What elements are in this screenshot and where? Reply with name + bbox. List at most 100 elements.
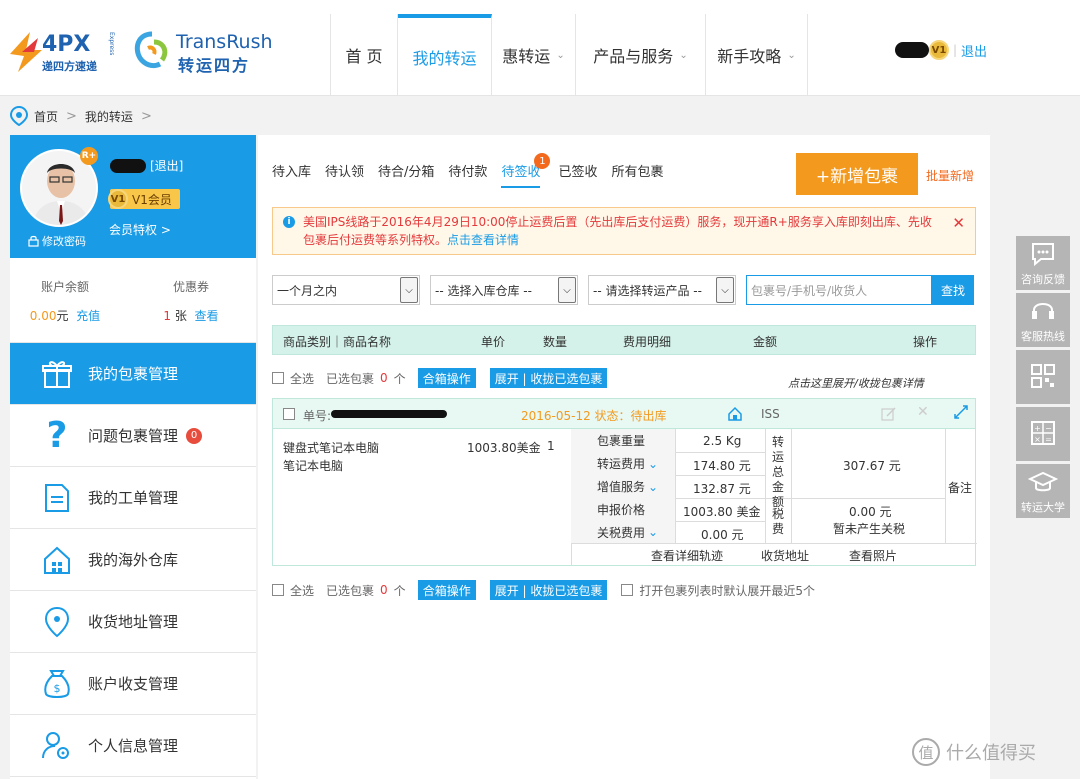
merge-button[interactable]: 合箱操作 [417, 368, 476, 388]
fee-declared-value: 1003.80 美金 [683, 505, 761, 519]
nav-hui-transport[interactable]: 惠转运 ⌄ [492, 14, 576, 96]
watermark-text: 什么值得买 [946, 743, 1036, 764]
menu-account-transactions[interactable]: $ 账户收支管理 [10, 653, 256, 715]
chevron-down-icon: ⌵ [716, 277, 734, 303]
svg-text:+: + [1034, 424, 1041, 433]
select-all-checkbox[interactable] [272, 584, 284, 596]
breadcrumb: 首页 > 我的转运 > [10, 106, 160, 126]
tab-pending-claim[interactable]: 待认领 [325, 161, 364, 188]
fee-transport-value: 174.80 元 [693, 459, 751, 473]
warehouse-icon [40, 543, 74, 577]
coupon-count: 1 [163, 309, 172, 323]
tab-count-badge: 1 [534, 153, 551, 169]
tab-pending-merge[interactable]: 待合/分箱 [378, 161, 434, 188]
status-tabs: 待入库 待认领 待合/分箱 待付款 待签收 1 已签收 所有包裹 [272, 153, 677, 188]
item-name-1: 键盘式笔记本电脑 [283, 441, 380, 455]
transrush-swirl-icon [134, 31, 168, 69]
user-box: V1 | 退出 [895, 40, 987, 60]
view-coupons-link[interactable]: 查看 [195, 309, 219, 323]
toggle-expand-button[interactable]: 展开 | 收拢已选包裹 [489, 368, 608, 388]
member-privilege-link[interactable]: 会员特权 > [109, 221, 171, 238]
recharge-link[interactable]: 充值 [76, 309, 100, 323]
carrier-label: ISS [761, 407, 780, 421]
logout-link[interactable]: 退出 [961, 41, 987, 60]
period-select[interactable]: 一个月之内 ⌵ [272, 275, 420, 305]
profile-card: R+ [退出] V1 V1会员 修改密码 会员特权 > [10, 135, 256, 258]
add-package-button[interactable]: +新增包裹 [796, 153, 918, 195]
coupons: 优惠券 1 张 查看 [163, 280, 219, 323]
tab-pending-receipt[interactable]: 待签收 1 [501, 153, 551, 188]
menu-problem-packages[interactable]: ? 问题包裹管理 0 [10, 405, 256, 467]
default-expand-checkbox[interactable] [621, 584, 634, 596]
batch-add-link[interactable]: 批量新增 [926, 167, 974, 184]
fee-value-added-label[interactable]: 增值服务 ⌄ [571, 475, 675, 498]
view-tracking-link[interactable]: 查看详细轨迹 [651, 547, 723, 564]
qrcode-button[interactable] [1016, 350, 1070, 404]
remark-link[interactable]: 备注 [948, 479, 972, 496]
fee-tariff-label[interactable]: 关税费用 ⌄ [571, 521, 675, 543]
calculator-icon: + − × = [1029, 407, 1057, 458]
select-all-checkbox[interactable] [272, 372, 284, 384]
search-button[interactable]: 查找 [932, 275, 974, 305]
item-quantity: 1 [547, 439, 555, 453]
view-photos-link[interactable]: 查看照片 [849, 547, 897, 564]
profile-username: [退出] [110, 157, 183, 174]
breadcrumb-current[interactable]: 我的转运 [85, 108, 133, 125]
location-pin-icon [10, 106, 28, 126]
delete-icon[interactable]: ✕ [917, 404, 929, 420]
nav-home[interactable]: 首 页 [331, 14, 398, 96]
transport-university-button[interactable]: 转运大学 [1016, 464, 1070, 518]
menu-my-packages[interactable]: 我的包裹管理 [10, 343, 256, 405]
profile-logout-link[interactable]: [退出] [150, 157, 183, 174]
nav-beginner-guide[interactable]: 新手攻略 ⌄ [706, 14, 808, 96]
nav-products-services[interactable]: 产品与服务 ⌄ [576, 14, 706, 96]
hotline-button[interactable]: 客服热线 [1016, 293, 1070, 347]
table-header: 商品类别｜商品名称 单价 数量 费用明细 金额 操作 [272, 325, 976, 355]
tax-value: 0.00 元 [849, 505, 892, 519]
feedback-button[interactable]: 咨询反馈 [1016, 236, 1070, 290]
tax-label: 税费 [772, 507, 785, 536]
warehouse-select[interactable]: -- 选择入库仓库 -- ⌵ [430, 275, 578, 305]
home-icon[interactable] [727, 406, 743, 422]
menu-work-orders[interactable]: 我的工单管理 [10, 467, 256, 529]
user-settings-icon [40, 729, 74, 763]
top-header: 4PX 递四方速递 Express TransRush 转运四方 首 页 我的转… [0, 0, 1080, 96]
fee-weight-value: 2.5 Kg [703, 434, 742, 448]
tab-received[interactable]: 已签收 [558, 161, 597, 188]
site-logo[interactable]: 4PX 递四方速递 Express TransRush 转运四方 [8, 28, 273, 75]
vip-level: V1 V1会员 [108, 189, 180, 209]
calculator-button[interactable]: + − × = [1016, 407, 1070, 461]
expand-toggle-icon[interactable] [953, 404, 969, 422]
toggle-expand-button[interactable]: 展开 | 收拢已选包裹 [489, 580, 608, 600]
merge-button[interactable]: 合箱操作 [417, 580, 476, 600]
watermark-icon: 值 [912, 738, 940, 766]
notice-detail-link[interactable]: 点击查看详情 [447, 233, 519, 247]
fee-tariff-value: 0.00 元 [701, 528, 744, 542]
svg-text:$: $ [54, 682, 61, 695]
tab-pending-payment[interactable]: 待付款 [448, 161, 487, 188]
vip-label: V1会员 [132, 192, 172, 207]
chevron-down-icon: ⌄ [787, 49, 796, 61]
package-checkbox[interactable] [283, 408, 295, 420]
close-icon[interactable]: ✕ [952, 214, 965, 232]
menu-personal-info[interactable]: 个人信息管理 [10, 715, 256, 777]
fee-transport-label[interactable]: 转运费用 ⌄ [571, 452, 675, 475]
nav-my-transport[interactable]: 我的转运 [398, 14, 492, 96]
watermark: 值 什么值得买 [912, 738, 1036, 766]
package-number-label: 单号: [303, 409, 332, 423]
change-password-link[interactable]: 修改密码 [28, 233, 86, 249]
shipping-address-link[interactable]: 收货地址 [761, 547, 809, 564]
edit-icon[interactable] [881, 406, 897, 422]
tab-all-packages[interactable]: 所有包裹 [611, 161, 663, 188]
vip-badge-icon: V1 [108, 189, 128, 209]
right-float-bar: 咨询反馈 客服热线 + − × = 转运大学 [1016, 236, 1070, 521]
menu-overseas-warehouse[interactable]: 我的海外仓库 [10, 529, 256, 591]
menu-address-management[interactable]: 收货地址管理 [10, 591, 256, 653]
search-input[interactable]: 包裹号/手机号/收货人 [746, 275, 932, 305]
product-select[interactable]: -- 请选择转运产品 -- ⌵ [588, 275, 736, 305]
breadcrumb-home[interactable]: 首页 [34, 108, 58, 125]
default-expand-label: 打开包裹列表时默认展开最近5个 [639, 583, 816, 598]
tab-pending-storage[interactable]: 待入库 [272, 161, 311, 188]
graduation-cap-icon [1028, 464, 1058, 499]
svg-text:=: = [1045, 435, 1052, 444]
